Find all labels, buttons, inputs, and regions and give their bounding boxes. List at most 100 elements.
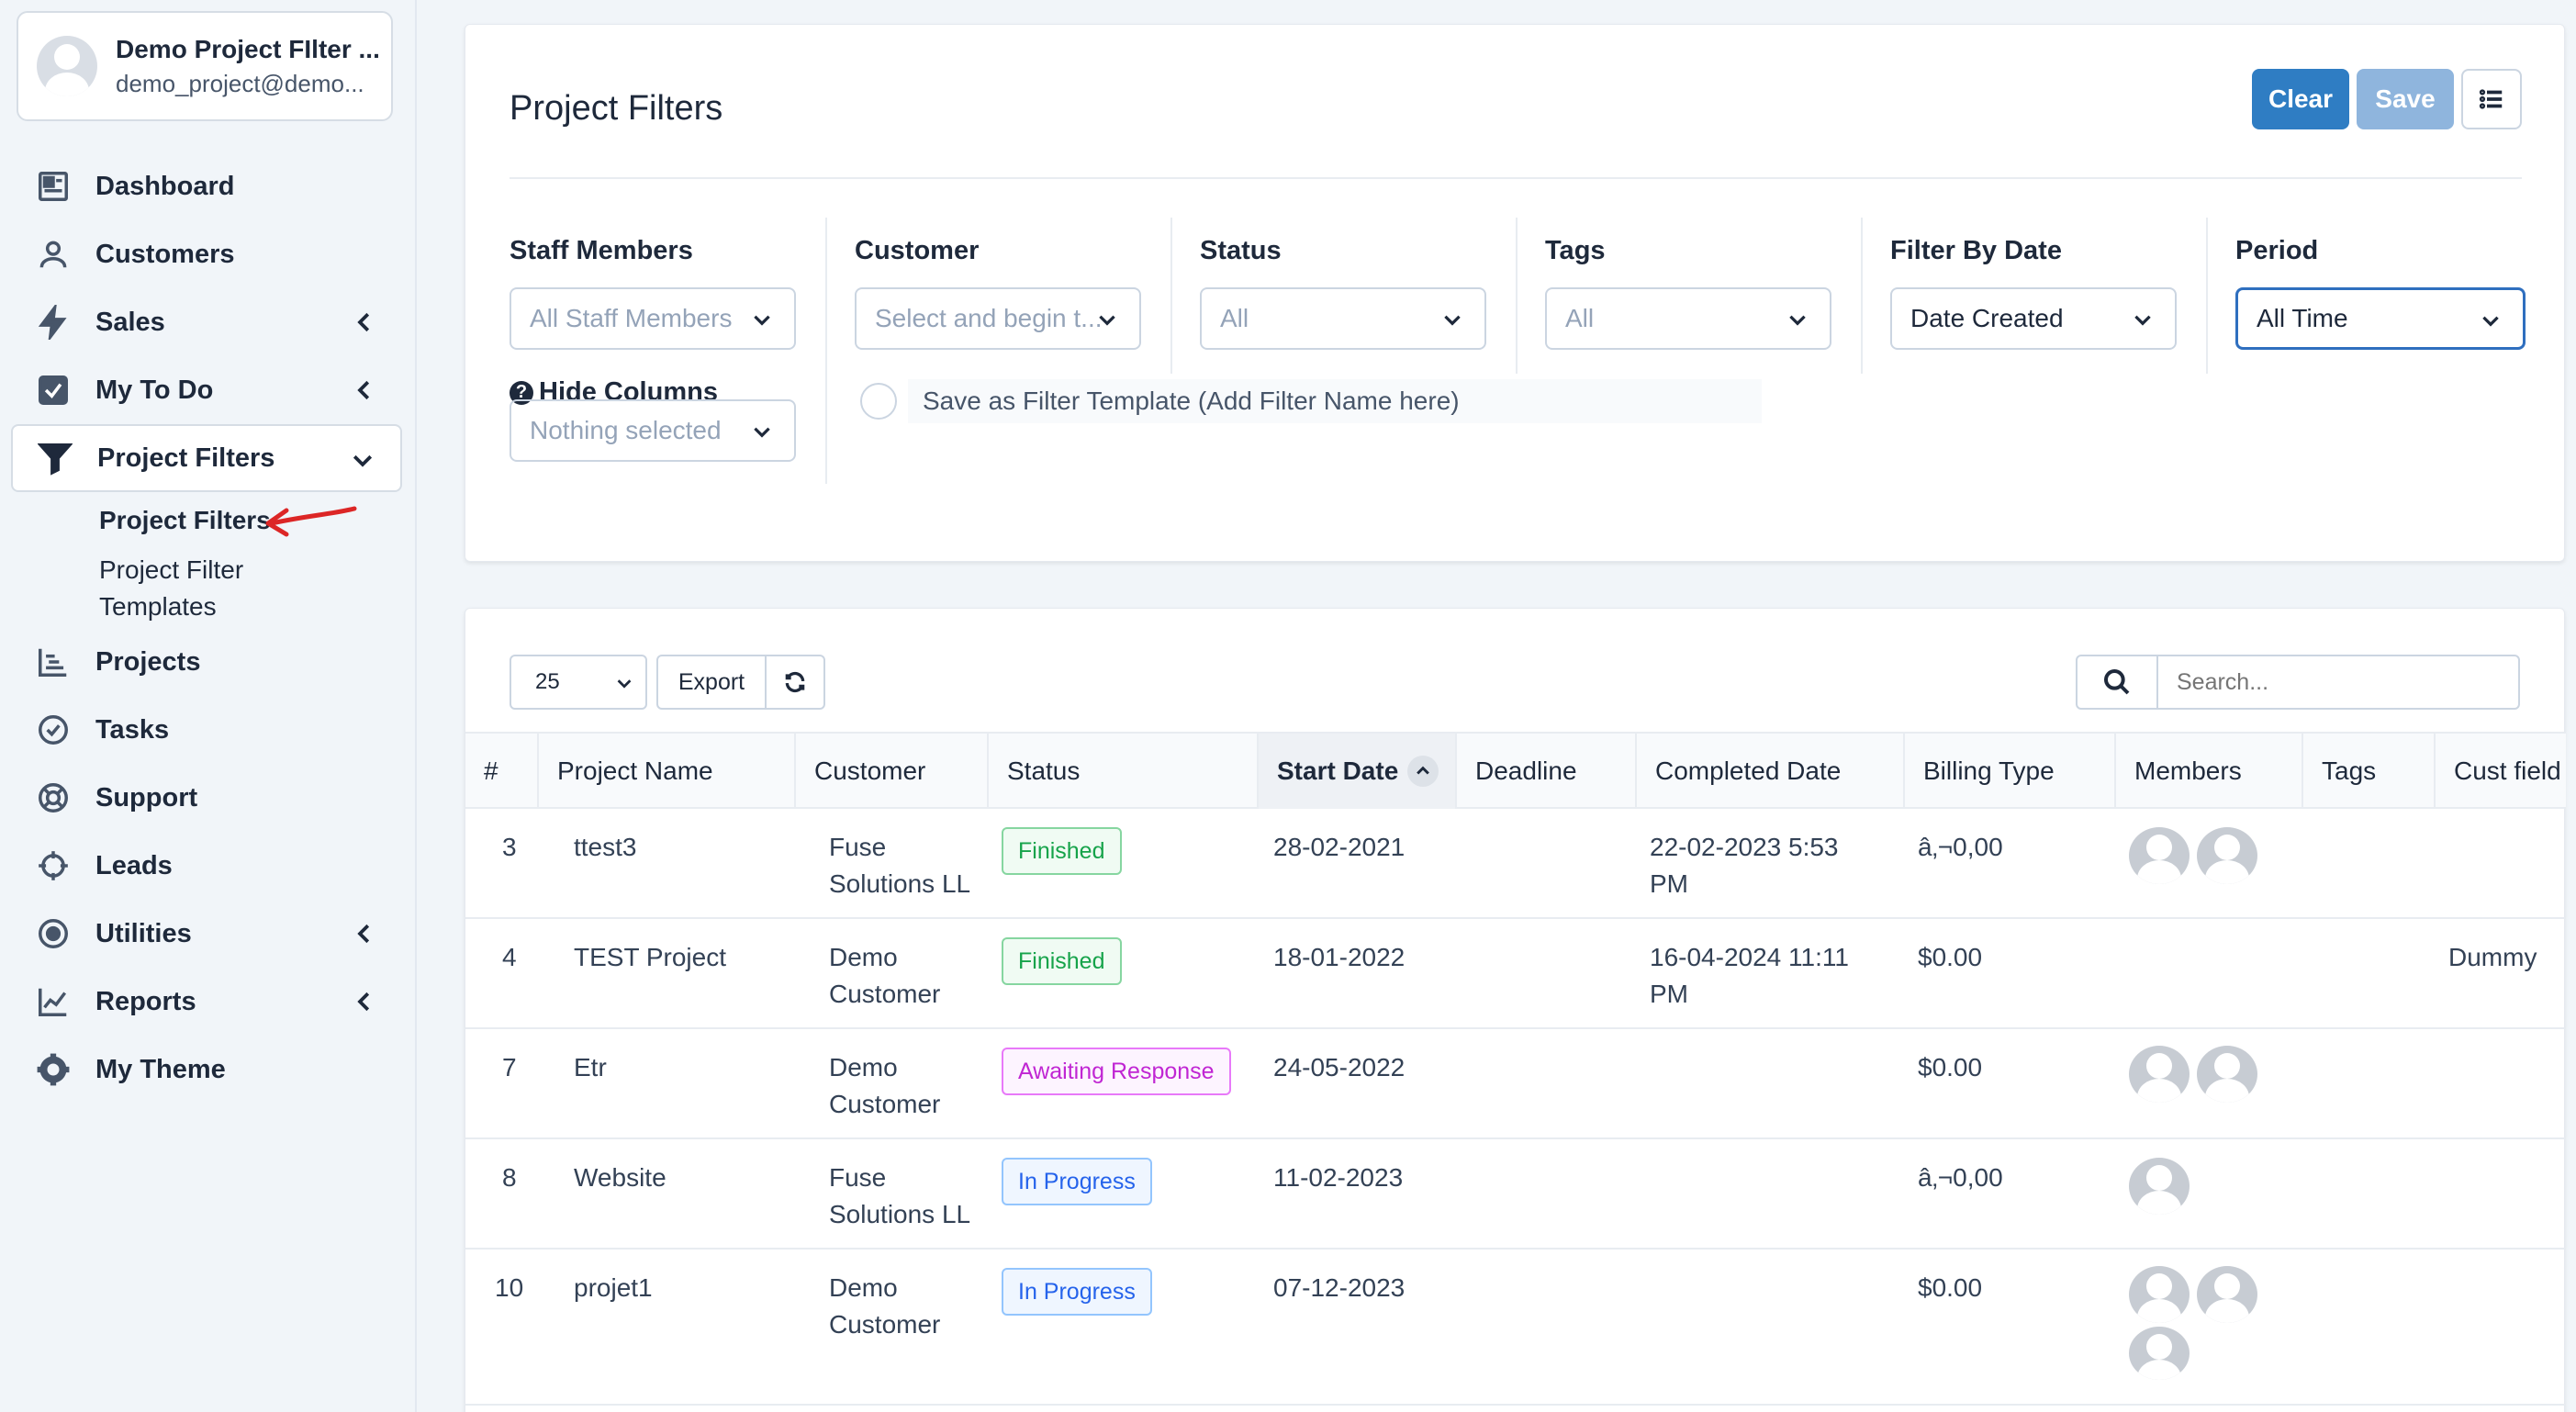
chevron-left-icon	[351, 308, 378, 336]
crosshair-icon	[35, 847, 72, 884]
status-badge: Awaiting Response	[1002, 1048, 1231, 1095]
avatar[interactable]	[2129, 1266, 2190, 1323]
table-row[interactable]: 4 TEST Project Demo Customer Finished 18-…	[465, 919, 2566, 1029]
sidebar-item-my-theme[interactable]: My Theme	[11, 1036, 402, 1104]
filter-by-date: Filter By Date Date Created	[1861, 218, 2206, 374]
sidebar-item-my-todo[interactable]: My To Do	[11, 356, 402, 424]
filter-label: Period	[2235, 236, 2319, 265]
list-view-button[interactable]	[2461, 69, 2522, 129]
clear-button[interactable]: Clear	[2252, 69, 2349, 129]
column-header-customer[interactable]: Customer	[796, 734, 989, 809]
sidebar-item-customers[interactable]: Customers	[11, 220, 402, 288]
cell-start-date: 28-02-2021	[1273, 833, 1406, 861]
line-chart-icon	[35, 983, 72, 1020]
column-header-status[interactable]: Status	[989, 734, 1259, 809]
sidebar-item-support[interactable]: Support	[11, 764, 402, 832]
cell-customer[interactable]: Fuse Solutions LL	[829, 1160, 970, 1233]
avatar[interactable]	[2197, 1046, 2257, 1103]
avatar[interactable]	[2129, 827, 2190, 884]
date-type-select[interactable]: Date Created	[1890, 287, 2177, 350]
cell-start-date: 07-12-2023	[1273, 1273, 1406, 1302]
sidebar-item-projects[interactable]: Projects	[11, 628, 402, 696]
chevron-down-icon	[750, 308, 774, 331]
column-header-cust-field[interactable]: Cust field	[2436, 734, 2566, 809]
table-row[interactable]: 8 Website Fuse Solutions LL In Progress 1…	[465, 1139, 2566, 1250]
filter-label: Tags	[1545, 236, 1606, 265]
sidebar-item-project-filters[interactable]: Project Filters	[11, 424, 402, 492]
sidebar-item-utilities[interactable]: Utilities	[11, 900, 402, 968]
column-header-start-date[interactable]: Start Date	[1259, 734, 1457, 809]
export-button[interactable]: Export	[656, 655, 767, 710]
list-icon	[2479, 89, 2503, 109]
avatar[interactable]	[2129, 1158, 2190, 1215]
column-header-number[interactable]: #	[465, 734, 539, 809]
staff-members-select[interactable]: All Staff Members	[510, 287, 796, 350]
avatar[interactable]	[2197, 827, 2257, 884]
avatar[interactable]	[2129, 1327, 2190, 1380]
sidebar-item-reports[interactable]: Reports	[11, 968, 402, 1036]
record-icon	[35, 915, 72, 952]
cell-project-name[interactable]: Website	[574, 1160, 666, 1196]
cell-billing: $0.00	[1918, 943, 1983, 971]
refresh-button[interactable]	[765, 655, 825, 710]
sidebar-item-leads[interactable]: Leads	[11, 832, 402, 900]
cell-project-name[interactable]: TEST Project	[574, 939, 726, 976]
cell-id: 3	[502, 833, 517, 861]
column-header-deadline[interactable]: Deadline	[1457, 734, 1637, 809]
sidebar-item-sales[interactable]: Sales	[11, 288, 402, 356]
column-header-billing-type[interactable]: Billing Type	[1905, 734, 2116, 809]
page-length-select[interactable]: 25	[510, 655, 647, 710]
sidebar-item-label: Customers	[95, 239, 235, 269]
customer-select[interactable]: Select and begin t...	[855, 287, 1141, 350]
gear-icon	[35, 1051, 72, 1088]
avatar[interactable]	[2197, 1266, 2257, 1323]
save-template-radio[interactable]	[860, 383, 897, 420]
save-button[interactable]: Save	[2357, 69, 2454, 129]
table-row[interactable]: 7 Etr Demo Customer Awaiting Response 24-…	[465, 1029, 2566, 1139]
cell-completed-date: 22-02-2023 5:53 PM	[1650, 833, 1839, 898]
user-profile-card[interactable]: Demo Project FIlter ... demo_project@dem…	[17, 11, 393, 121]
cell-billing: â‚¬0,00	[1918, 833, 2003, 861]
cell-customer[interactable]: Demo Customer	[829, 1049, 940, 1123]
cell-project-name[interactable]: Etr	[574, 1049, 607, 1086]
filter-tags: Tags All	[1516, 218, 1861, 374]
sidebar-item-label: Utilities	[95, 918, 192, 948]
sidebar-item-label: My To Do	[95, 375, 214, 405]
search-input[interactable]	[2156, 655, 2520, 710]
column-header-completed-date[interactable]: Completed Date	[1637, 734, 1905, 809]
tags-select[interactable]: All	[1545, 287, 1831, 350]
search-button[interactable]	[2076, 655, 2158, 710]
cell-project-name[interactable]: ttest3	[574, 829, 636, 866]
hide-columns-select[interactable]: Nothing selected	[510, 399, 796, 462]
sidebar-item-tasks[interactable]: Tasks	[11, 696, 402, 764]
cell-project-name[interactable]: projet1	[574, 1270, 653, 1306]
sidebar-item-dashboard[interactable]: Dashboard	[11, 152, 402, 220]
column-header-project-name[interactable]: Project Name	[539, 734, 796, 809]
column-header-members[interactable]: Members	[2116, 734, 2303, 809]
avatar[interactable]	[2129, 1046, 2190, 1103]
filter-label: Status	[1200, 236, 1282, 265]
cell-id: 7	[502, 1053, 517, 1081]
filter-label: Customer	[855, 236, 980, 265]
period-select[interactable]: All Time	[2235, 287, 2526, 350]
status-select[interactable]: All	[1200, 287, 1486, 350]
filter-template-name-input[interactable]: Save as Filter Template (Add Filter Name…	[908, 379, 1762, 423]
table-row[interactable]: 10 projet1 Demo Customer In Progress 07-1…	[465, 1250, 2566, 1406]
cell-customer[interactable]: Demo Customer	[829, 1270, 940, 1343]
submenu-label: Project Filter	[99, 555, 244, 584]
sidebar-item-label: Project Filters	[97, 443, 275, 473]
cell-customer[interactable]: Demo Customer	[829, 939, 940, 1013]
submenu-project-filter-templates[interactable]: Project Filter Templates	[11, 549, 402, 628]
chevron-down-icon	[2479, 308, 2503, 332]
cell-customer[interactable]: Fuse Solutions LL	[829, 829, 970, 902]
refresh-icon	[785, 671, 805, 693]
cell-billing: â‚¬0,00	[1918, 1163, 2003, 1192]
table-row[interactable]: 3 ttest3 Fuse Solutions LL Finished 28-02…	[465, 809, 2566, 919]
filter-customer: Customer Select and begin t...	[825, 218, 1170, 374]
user-icon	[35, 236, 72, 273]
filter-status: Status All	[1170, 218, 1516, 374]
column-header-tags[interactable]: Tags	[2303, 734, 2436, 809]
cell-id: 8	[502, 1163, 517, 1192]
bolt-icon	[35, 304, 72, 341]
filter-period: Period All Time	[2206, 218, 2526, 374]
